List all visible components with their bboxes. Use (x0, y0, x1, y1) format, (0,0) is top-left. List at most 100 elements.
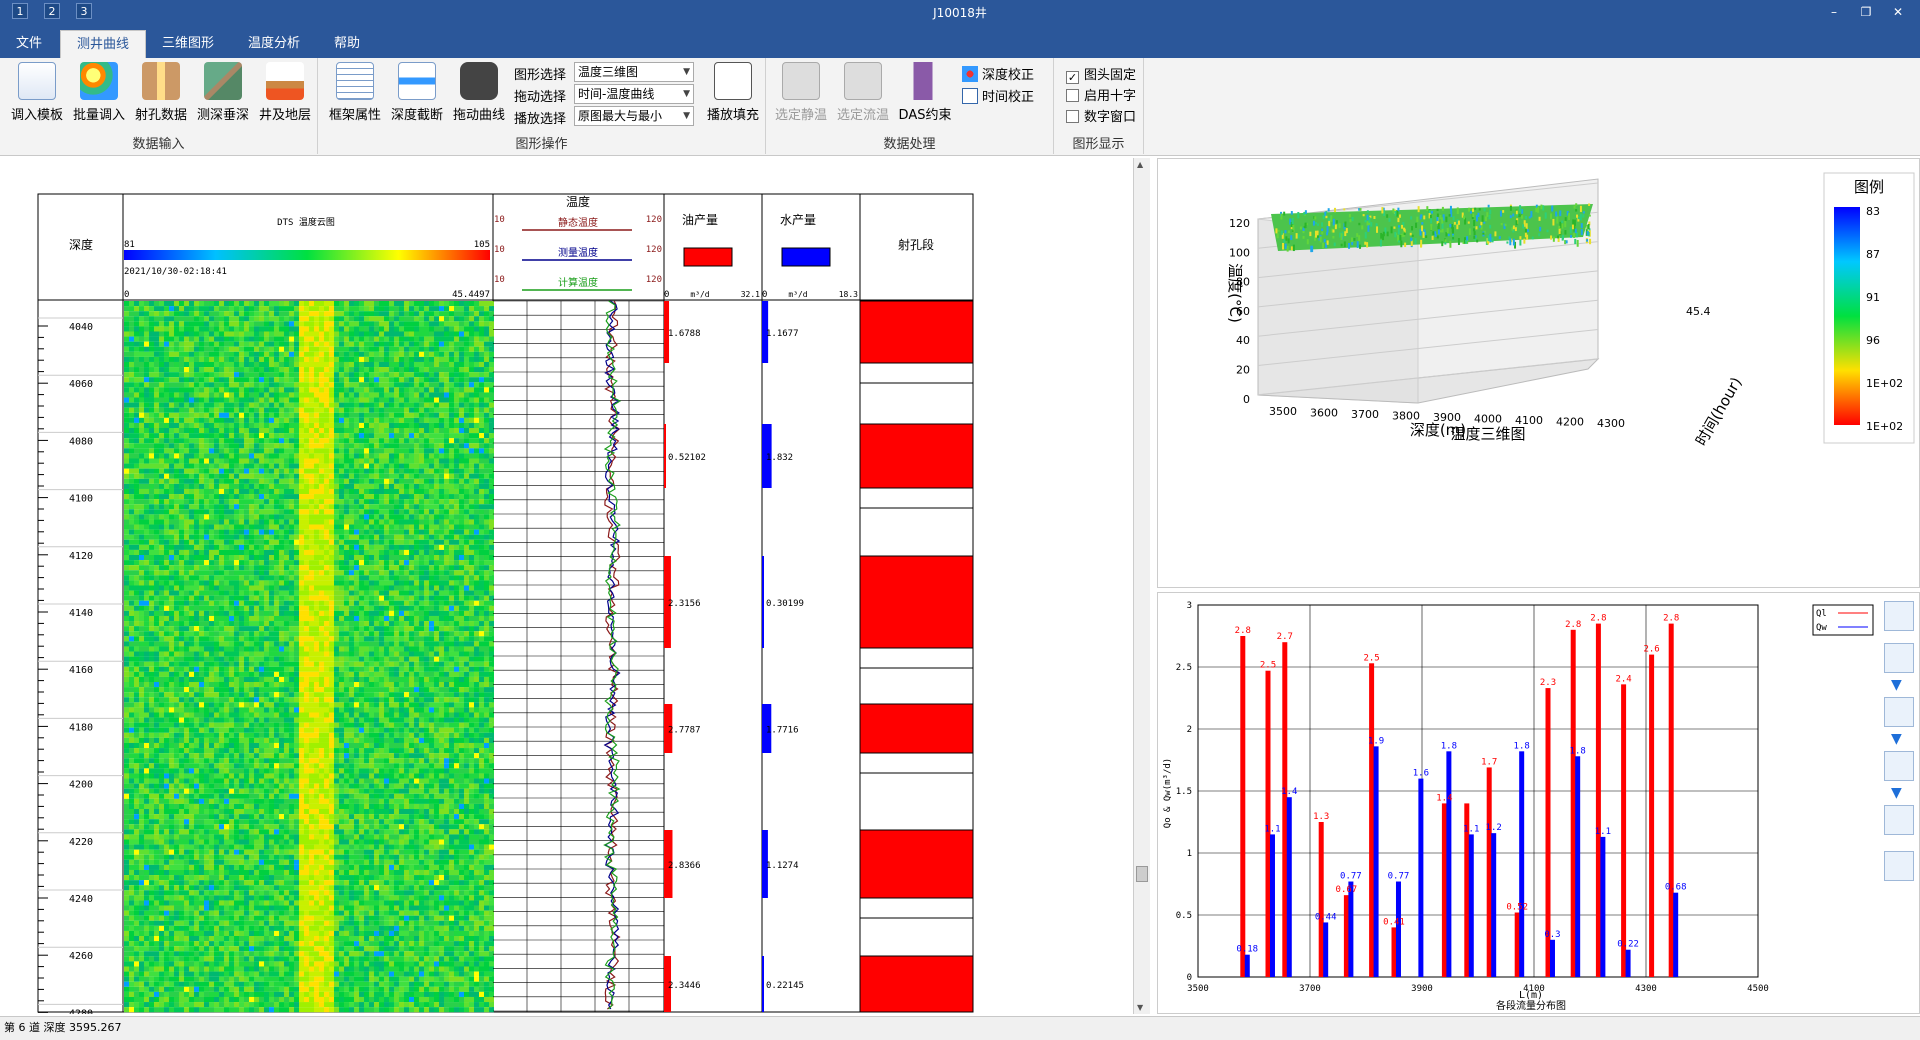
graph-select-dropdown[interactable]: 温度三维图 ▼ (574, 62, 694, 82)
heatmap-cell (154, 412, 159, 418)
play-fill-button[interactable]: 播放填充 (702, 62, 764, 128)
heatmap-cell (469, 499, 474, 505)
heatmap-cell (239, 483, 244, 489)
heatmap-cell (469, 488, 474, 495)
minimize-button[interactable]: – (1820, 2, 1848, 22)
select-flow-temp-button[interactable]: 选定流温 (832, 62, 894, 128)
heatmap-cell (419, 326, 424, 332)
heatmap-cell (259, 311, 264, 317)
heatmap-cell (254, 615, 259, 622)
heatmap-cell (319, 534, 324, 540)
heatmap-cell (309, 575, 314, 581)
heatmap-cell (249, 575, 254, 581)
heatmap-cell (239, 509, 244, 515)
heatmap-cell (264, 448, 269, 454)
heatmap-cell (364, 392, 369, 398)
heatmap-cell (419, 341, 424, 347)
heatmap-cell (269, 361, 274, 368)
heatmap-cell (309, 377, 314, 383)
heatmap-cell (414, 499, 419, 505)
heatmap-cell (299, 468, 304, 474)
load-template-button[interactable]: 调入模板 (6, 62, 68, 128)
crosshair-checkbox[interactable]: 启用十字 (1066, 85, 1136, 104)
heatmap-cell (249, 346, 254, 352)
frame-properties-button[interactable]: 框架属性 (324, 62, 386, 128)
heatmap-cell (264, 524, 269, 530)
heatmap-cell (449, 351, 454, 357)
heatmap-cell (394, 458, 399, 464)
heatmap-cell (354, 494, 359, 500)
ribbon-tabs: 文件 测井曲线 三维图形 温度分析 帮助 (0, 24, 1920, 58)
heatmap-cell (294, 336, 299, 342)
log-track-panel[interactable]: 深度 DTS 温度云图 81 105 2021/10/30-02:18:41 0… (0, 158, 1134, 1036)
restore-button[interactable]: ❐ (1852, 2, 1880, 22)
heatmap-cell (149, 524, 154, 530)
drag-select-dropdown[interactable]: 时间-温度曲线 ▼ (574, 84, 694, 104)
time-correction-button[interactable]: 时间校正 (962, 86, 1034, 105)
perforation-data-button[interactable]: 射孔数据 (130, 62, 192, 128)
heatmap-cell (144, 519, 149, 525)
heatmap-cell (339, 549, 344, 556)
heatmap-cell (174, 367, 179, 373)
md-tvd-button[interactable]: 测深垂深 (192, 62, 254, 128)
play-select-dropdown[interactable]: 原图最大与最小 ▼ (574, 106, 694, 126)
tab-3d-graphics[interactable]: 三维图形 (146, 30, 230, 58)
heatmap-cell (229, 316, 234, 322)
heatmap-cell (259, 397, 264, 403)
heatmap-cell (269, 458, 274, 464)
tab-temp-analysis[interactable]: 温度分析 (232, 30, 316, 58)
well-strata-button[interactable]: 井及地层 (254, 62, 316, 128)
heatmap-cell (294, 519, 299, 525)
heatmap-cell (249, 428, 254, 434)
tab-file[interactable]: 文件 (0, 30, 58, 58)
heatmap-cell (319, 483, 324, 489)
heatmap-cell (299, 417, 304, 423)
depth-truncate-button[interactable]: 深度截断 (386, 62, 448, 128)
heatmap-cell (449, 433, 454, 439)
heatmap-cell (189, 621, 194, 627)
heatmap-cell (439, 494, 444, 500)
heatmap-cell (479, 321, 484, 327)
heatmap-cell (419, 412, 424, 418)
drag-curve-button[interactable]: 拖动曲线 (448, 62, 510, 128)
heatmap-cell (254, 326, 259, 332)
heatmap-cell (304, 473, 309, 479)
tab-log-curves[interactable]: 测井曲线 (60, 30, 147, 58)
select-static-temp-button[interactable]: 选定静温 (770, 62, 832, 128)
heatmap-cell (429, 595, 434, 601)
heatmap-cell (124, 351, 129, 357)
heatmap-cell (314, 301, 319, 307)
heatmap-cell (349, 539, 354, 545)
heatmap-cell (224, 519, 229, 525)
heatmap-cell (264, 301, 269, 307)
heatmap-cell (424, 615, 429, 622)
header-fixed-checkbox[interactable]: ✓ 图头固定 (1066, 64, 1136, 84)
heatmap-cell (359, 555, 364, 561)
heatmap-cell (244, 514, 249, 520)
heatmap-cell (239, 392, 244, 398)
batch-load-button[interactable]: 批量调入 (68, 62, 130, 128)
tab-help[interactable]: 帮助 (318, 30, 376, 58)
heatmap-cell (324, 524, 329, 530)
heatmap-cell (219, 534, 224, 540)
das-constraint-button[interactable]: DAS约束 (894, 62, 956, 128)
heatmap-cell (229, 306, 234, 312)
heatmap-cell (389, 499, 394, 505)
heatmap-cell (209, 509, 214, 515)
heatmap-cell (459, 610, 464, 616)
heatmap-cell (364, 306, 369, 312)
heatmap-cell (289, 306, 294, 312)
heatmap-cell (249, 336, 254, 342)
close-button[interactable]: ✕ (1884, 2, 1912, 22)
digital-window-checkbox[interactable]: 数字窗口 (1066, 106, 1136, 125)
heatmap-cell (234, 361, 239, 368)
heatmap-cell (384, 615, 389, 622)
heatmap-cell (224, 600, 229, 606)
heatmap-cell (454, 346, 459, 352)
heatmap-cell (454, 321, 459, 327)
heatmap-cell (244, 626, 249, 632)
heatmap-cell (159, 412, 164, 418)
depth-correction-button[interactable]: 深度校正 (962, 64, 1034, 83)
heatmap-cell (369, 402, 374, 408)
heatmap-cell (179, 372, 184, 378)
